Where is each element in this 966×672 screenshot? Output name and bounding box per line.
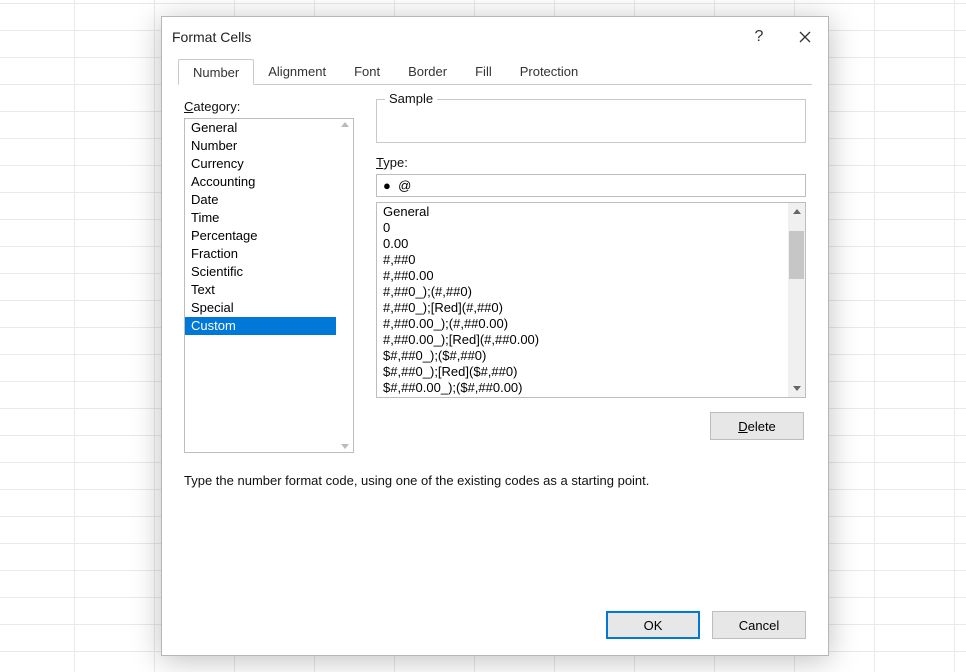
list-item[interactable]: Accounting (185, 173, 336, 191)
list-item[interactable]: #,##0_);(#,##0) (377, 284, 788, 300)
list-item[interactable]: Text (185, 281, 336, 299)
right-column: Sample Type: General 0 0.00 #,##0 #,##0.… (376, 99, 806, 453)
tab-label: Fill (475, 64, 492, 79)
close-icon (799, 31, 811, 43)
button-label: Delete (738, 419, 776, 434)
button-label: OK (644, 618, 663, 633)
list-item[interactable]: Fraction (185, 245, 336, 263)
list-item[interactable]: Percentage (185, 227, 336, 245)
scroll-down-icon (793, 386, 801, 391)
content-row: Category: General Number Currency Accoun… (184, 99, 806, 453)
tab-border[interactable]: Border (394, 58, 461, 84)
delete-row: Delete (376, 412, 806, 440)
tab-protection[interactable]: Protection (506, 58, 593, 84)
help-button[interactable]: ? (736, 17, 782, 57)
tab-label: Border (408, 64, 447, 79)
titlebar-buttons: ? (736, 17, 828, 57)
hint-text: Type the number format code, using one o… (184, 473, 806, 488)
list-item[interactable]: #,##0_);[Red](#,##0) (377, 300, 788, 316)
tab-alignment[interactable]: Alignment (254, 58, 340, 84)
list-item[interactable]: #,##0.00_);(#,##0.00) (377, 316, 788, 332)
list-item[interactable]: General (377, 204, 788, 220)
ok-button[interactable]: OK (606, 611, 700, 639)
tab-label: Font (354, 64, 380, 79)
listbox-scrollbar[interactable] (336, 119, 353, 452)
list-item[interactable]: Date (185, 191, 336, 209)
tab-label: Protection (520, 64, 579, 79)
category-listbox-inner: General Number Currency Accounting Date … (185, 119, 336, 452)
list-item[interactable]: #,##0 (377, 252, 788, 268)
list-item[interactable]: Time (185, 209, 336, 227)
dialog-title: Format Cells (172, 29, 251, 45)
list-item[interactable]: General (185, 119, 336, 137)
cancel-button[interactable]: Cancel (712, 611, 806, 639)
dialog-titlebar: Format Cells ? (162, 17, 828, 57)
format-cells-dialog: Format Cells ? Number Alignment Font Bor… (161, 16, 829, 656)
list-item[interactable]: 0.00 (377, 236, 788, 252)
type-listbox-inner: General 0 0.00 #,##0 #,##0.00 #,##0_);(#… (377, 203, 788, 397)
list-item[interactable]: #,##0.00 (377, 268, 788, 284)
type-input[interactable] (376, 174, 806, 197)
list-item[interactable]: Scientific (185, 263, 336, 281)
category-label: Category: (184, 99, 354, 114)
scroll-up-icon (341, 122, 349, 127)
list-item[interactable]: #,##0.00_);[Red](#,##0.00) (377, 332, 788, 348)
close-button[interactable] (782, 17, 828, 57)
scrollbar-thumb[interactable] (789, 231, 804, 279)
sample-label: Sample (385, 91, 437, 106)
dialog-content: Category: General Number Currency Accoun… (162, 85, 828, 599)
list-item[interactable]: $#,##0_);[Red]($#,##0) (377, 364, 788, 380)
scroll-down-icon (341, 444, 349, 449)
type-listbox-scrollbar[interactable] (788, 203, 805, 397)
list-item[interactable]: Custom (185, 317, 336, 335)
dialog-footer: OK Cancel (162, 599, 828, 655)
scroll-up-icon (793, 209, 801, 214)
type-label: Type: (376, 155, 806, 170)
tab-label: Number (193, 65, 239, 80)
list-item[interactable]: $#,##0_);($#,##0) (377, 348, 788, 364)
list-item[interactable]: Special (185, 299, 336, 317)
help-icon: ? (755, 28, 764, 46)
button-label: Cancel (739, 618, 779, 633)
type-listbox[interactable]: General 0 0.00 #,##0 #,##0.00 #,##0_);(#… (376, 202, 806, 398)
tab-number[interactable]: Number (178, 59, 254, 85)
list-item[interactable]: Currency (185, 155, 336, 173)
list-item[interactable]: $#,##0.00_);($#,##0.00) (377, 380, 788, 396)
list-item[interactable]: Number (185, 137, 336, 155)
list-item[interactable]: 0 (377, 220, 788, 236)
tab-font[interactable]: Font (340, 58, 394, 84)
category-section: Category: General Number Currency Accoun… (184, 99, 354, 453)
delete-button[interactable]: Delete (710, 412, 804, 440)
tab-strip: Number Alignment Font Border Fill Protec… (178, 57, 812, 85)
sample-frame: Sample (376, 99, 806, 143)
tab-fill[interactable]: Fill (461, 58, 506, 84)
category-listbox[interactable]: General Number Currency Accounting Date … (184, 118, 354, 453)
tab-label: Alignment (268, 64, 326, 79)
